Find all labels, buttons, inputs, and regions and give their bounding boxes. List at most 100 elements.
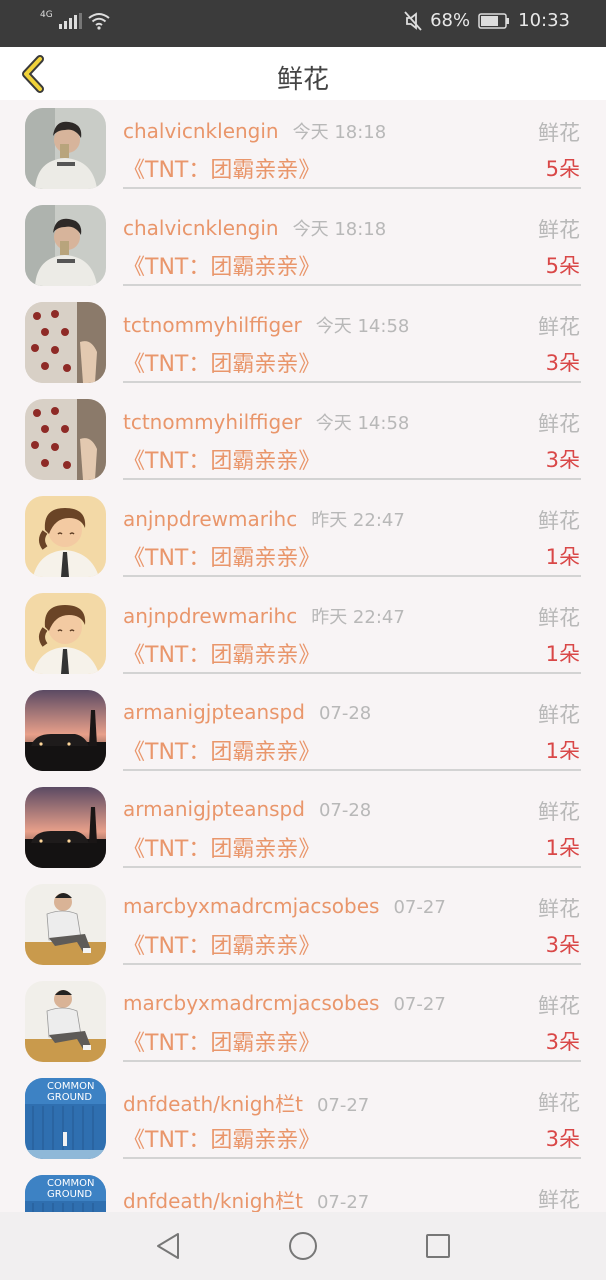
gift-type-label: 鲜花 [538,606,580,630]
avatar-common-ground[interactable]: COMMON GROUND [25,1175,106,1212]
username[interactable]: marcbyxmadrcmjacsobes 07-27 [123,894,446,918]
username[interactable]: chalvicnklengin 今天 18:18 [123,118,386,144]
gift-row[interactable]: armanigjpteanspd 07-28 鲜花 《TNT：团霸亲亲》 1朵 [0,682,606,779]
username-text[interactable]: dnfdeath/knigh栏t [123,1092,303,1116]
gift-time: 07-27 [393,897,446,918]
mute-icon [404,10,422,31]
gift-type-label: 鲜花 [538,994,580,1018]
avatar-common-ground[interactable]: COMMON GROUND [25,1078,106,1159]
row-divider [123,866,581,868]
row-divider [123,769,581,771]
row-divider [123,478,581,480]
gift-row[interactable]: tctnommyhilffiger 今天 14:58 鲜花 《TNT：团霸亲亲》 … [0,294,606,391]
wifi-icon [88,13,110,30]
gift-row[interactable]: armanigjpteanspd 07-28 鲜花 《TNT：团霸亲亲》 1朵 [0,779,606,876]
work-title-link[interactable]: 《TNT：团霸亲亲》 [123,152,320,184]
page-title: 鲜花 [276,65,329,95]
username[interactable]: armanigjpteanspd 07-28 [123,797,371,821]
nav-home-button[interactable] [286,1229,320,1263]
row-divider [123,575,581,577]
gift-type-label: 鲜花 [538,897,580,921]
work-title-link[interactable]: 《TNT：团霸亲亲》 [123,540,320,572]
username-text[interactable]: anjnpdrewmarihc [123,507,297,531]
work-title-link[interactable]: 《TNT：团霸亲亲》 [123,1122,320,1154]
username-text[interactable]: armanigjpteanspd [123,700,305,724]
username[interactable]: dnfdeath/knigh栏t 07-27 [123,1088,369,1117]
gift-row[interactable]: anjnpdrewmarihc 昨天 22:47 鲜花 《TNT：团霸亲亲》 1朵 [0,585,606,682]
avatar-sunset-car[interactable] [25,690,106,771]
flower-count: 5朵 [545,254,580,278]
work-title-link[interactable]: 《TNT：团霸亲亲》 [123,249,320,281]
username[interactable]: chalvicnklengin 今天 18:18 [123,215,386,241]
gift-time: 今天 18:18 [292,219,387,240]
username[interactable]: anjnpdrewmarihc 昨天 22:47 [123,603,405,629]
work-title-link[interactable]: 《TNT：团霸亲亲》 [123,831,320,863]
gift-type-label: 鲜花 [538,800,580,824]
work-title-link[interactable]: 《TNT：团霸亲亲》 [123,637,320,669]
gift-type-label: 鲜花 [538,1188,580,1212]
gift-row[interactable]: marcbyxmadrcmjacsobes 07-27 鲜花 《TNT：团霸亲亲》… [0,973,606,1070]
gift-row[interactable]: anjnpdrewmarihc 昨天 22:47 鲜花 《TNT：团霸亲亲》 1朵 [0,488,606,585]
avatar-pattern-shirt[interactable] [25,302,106,383]
gift-type-label: 鲜花 [538,315,580,339]
avatar-anime-boy[interactable] [25,496,106,577]
gift-time: 今天 18:18 [292,122,387,143]
row-divider [123,381,581,383]
gift-row[interactable]: chalvicnklengin 今天 18:18 鲜花 《TNT：团霸亲亲》 5朵 [0,100,606,197]
username[interactable]: armanigjpteanspd 07-28 [123,700,371,724]
common-ground-line1: COMMON [47,1081,94,1092]
username-text[interactable]: anjnpdrewmarihc [123,604,297,628]
username[interactable]: marcbyxmadrcmjacsobes 07-27 [123,991,446,1015]
gift-type-label: 鲜花 [538,703,580,727]
back-triangle-icon [157,1233,179,1259]
avatar-sunset-car[interactable] [25,787,106,868]
work-title-link[interactable]: 《TNT：团霸亲亲》 [123,443,320,475]
network-type: 4G [40,10,53,20]
gift-list[interactable]: chalvicnklengin 今天 18:18 鲜花 《TNT：团霸亲亲》 5朵… [0,100,606,1212]
flower-count: 1朵 [545,739,580,763]
avatar-anime-boy[interactable] [25,593,106,674]
username[interactable]: tctnommyhilffiger 今天 14:58 [123,409,409,435]
username-text[interactable]: marcbyxmadrcmjacsobes [123,991,379,1015]
avatar-sitting-man[interactable] [25,884,106,965]
row-divider [123,672,581,674]
username[interactable]: anjnpdrewmarihc 昨天 22:47 [123,506,405,532]
work-title-link[interactable]: 《TNT：团霸亲亲》 [123,734,320,766]
gift-row[interactable]: marcbyxmadrcmjacsobes 07-27 鲜花 《TNT：团霸亲亲》… [0,876,606,973]
username-text[interactable]: chalvicnklengin [123,216,279,240]
username-text[interactable]: tctnommyhilffiger [123,410,302,434]
avatar-boy-selfie[interactable] [25,108,106,189]
username-text[interactable]: marcbyxmadrcmjacsobes [123,894,379,918]
gift-time: 07-27 [316,1192,370,1212]
gift-row[interactable]: COMMON GROUND dnfdeath/knigh栏t 07-27 鲜花 《T… [0,1070,606,1167]
username[interactable]: tctnommyhilffiger 今天 14:58 [123,312,409,338]
gift-time: 今天 14:58 [315,413,410,434]
gift-row[interactable]: chalvicnklengin 今天 18:18 鲜花 《TNT：团霸亲亲》 5朵 [0,197,606,294]
nav-recents-button[interactable] [421,1229,455,1263]
gift-type-label: 鲜花 [538,412,580,436]
common-ground-line1: COMMON [47,1178,94,1189]
work-title-link[interactable]: 《TNT：团霸亲亲》 [123,1025,320,1057]
gift-row[interactable]: COMMON GROUND dnfdeath/knigh栏t 07-27 鲜花 [0,1167,606,1212]
work-title-link[interactable]: 《TNT：团霸亲亲》 [123,928,320,960]
row-divider [123,187,581,189]
avatar-pattern-shirt[interactable] [25,399,106,480]
gift-time: 07-28 [318,800,372,821]
gift-time: 07-28 [318,703,372,724]
avatar-boy-selfie[interactable] [25,205,106,286]
work-title-link[interactable]: 《TNT：团霸亲亲》 [123,346,320,378]
gift-time: 昨天 22:47 [311,510,405,531]
flower-count: 3朵 [545,1030,580,1054]
flower-count: 3朵 [545,933,580,957]
flower-count: 3朵 [545,351,580,375]
username-text[interactable]: chalvicnklengin [123,119,279,143]
gift-row[interactable]: tctnommyhilffiger 今天 14:58 鲜花 《TNT：团霸亲亲》 … [0,391,606,488]
username[interactable]: dnfdeath/knigh栏t 07-27 [123,1185,369,1212]
avatar-sitting-man[interactable] [25,981,106,1062]
clock: 10:33 [518,10,570,31]
common-ground-line2: GROUND [47,1189,92,1200]
username-text[interactable]: tctnommyhilffiger [123,313,302,337]
nav-back-button[interactable] [151,1229,185,1263]
username-text[interactable]: armanigjpteanspd [123,797,305,821]
username-text[interactable]: dnfdeath/knigh栏t [123,1189,303,1212]
